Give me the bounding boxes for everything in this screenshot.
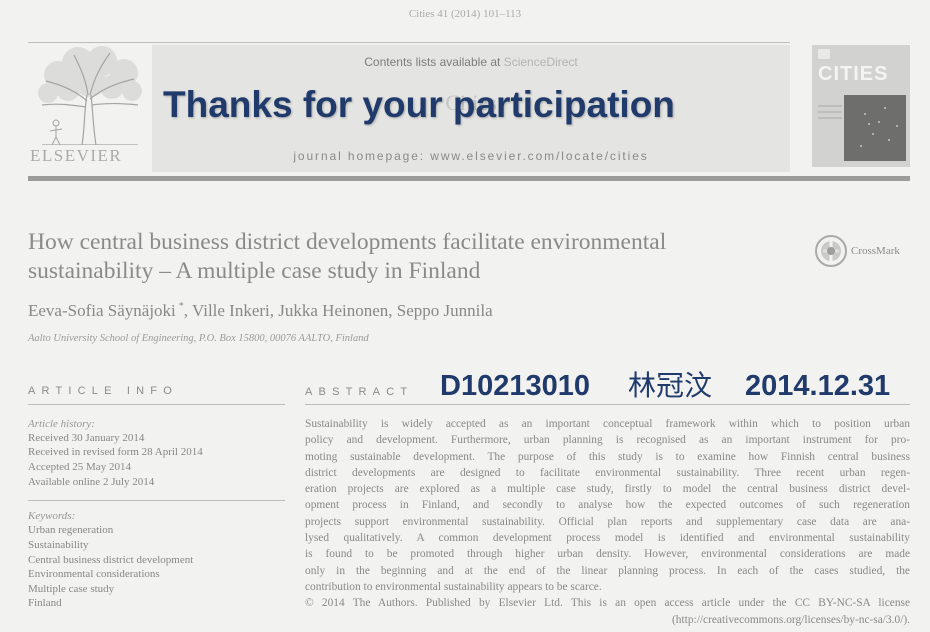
sciencedirect-link[interactable]: ScienceDirect [504,55,578,69]
header-top-rule [28,42,790,43]
keyword-item: Finland [28,597,62,609]
cover-decoration [818,105,842,107]
history-item: Accepted 25 May 2014 [28,461,131,473]
abstract-line: district developments are designed to fa… [305,466,910,479]
history-label: Article history: [28,418,95,430]
keyword-item: Multiple case study [28,583,115,595]
abstract-line: Sustainability is widely accepted as an … [305,418,910,430]
journal-citation: Cities 41 (2014) 101–113 [408,8,522,20]
abstract-line: only in the beginning and at the end of … [305,564,910,577]
keyword-item: Urban regeneration [28,524,114,536]
abstract-line: policy and development. Furthermore, urb… [305,434,910,447]
cover-publisher-icon [818,49,830,59]
author-list: Eeva-Sofia Säynäjoki *, Ville Inkeri, Juk… [28,301,493,321]
keyword-item: Central business district development [28,554,194,566]
history-item: Available online 2 July 2014 [28,476,155,488]
cover-title: CITIES [818,63,889,85]
abstract-line: eration projects are explored as a multi… [305,483,910,496]
keyword-item: Sustainability [28,539,89,551]
student-id-overlay: D10213010 [440,370,590,402]
cover-decoration [818,117,842,119]
abstract-line: projects support environmental sustainab… [305,515,910,528]
article-title: How central business district developmen… [28,228,798,286]
history-rule [28,500,285,501]
abstract-heading: ABSTRACT [305,386,414,398]
history-item: Received in revised form 28 April 2014 [28,446,203,458]
author-affiliation: Aalto University School of Engineering, … [28,333,369,344]
abstract-line: is found to be promoted through higher u… [305,548,910,561]
publisher-name: ELSEVIER [30,146,123,165]
crossmark-badge[interactable]: CrossMark [815,233,910,269]
abstract-line: moting sustainable development. The purp… [305,450,910,463]
journal-homepage-line: journal homepage: www.elsevier.com/locat… [152,149,790,163]
crossmark-icon [815,235,847,267]
elsevier-tree-icon [38,46,142,145]
history-item: Received 30 January 2014 [28,432,145,444]
keywords-label: Keywords: [28,510,76,522]
cover-decoration [818,111,842,113]
abstract-body: Sustainability is widely accepted as an … [305,416,910,628]
journal-cover[interactable]: CITIES [812,45,910,167]
license-link[interactable]: (http://creativecommons.org/licenses/by-… [305,612,910,628]
contents-line: Contents lists available at ScienceDirec… [152,55,790,69]
date-overlay: 2014.12.31 [745,370,891,402]
abstract-rule [305,404,910,405]
contents-prefix: Contents lists available at [364,55,501,69]
abstract-line: contribution to environmental sustainabi… [305,580,602,593]
thanks-overlay: Thanks for your participation [163,84,675,125]
keyword-item: Environmental considerations [28,568,160,580]
article-info-rule [28,404,285,405]
article-title-line: How central business district developmen… [28,229,667,255]
article-info-heading: ARTICLE INFO [28,385,178,397]
article-title-line: sustainability – A multiple case study i… [28,258,481,284]
homepage-prefix: journal homepage: [293,149,426,163]
abstract-line: opment process in Finland, and secondly … [305,499,910,512]
cover-image [844,95,906,161]
homepage-link[interactable]: www.elsevier.com/locate/cities [430,149,648,163]
other-authors: , Ville Inkeri, Jukka Heinonen, Seppo Ju… [183,301,493,320]
crossmark-label: CrossMark [851,245,900,257]
elsevier-logo[interactable]: ELSEVIER [28,45,150,170]
article-page: Cities 41 (2014) 101–113 ELSEVIER Conten… [0,0,930,632]
copyright-notice: © 2014 The Authors. Published by Elsevie… [305,597,910,610]
student-name-overlay: 林冠汶 [628,369,713,402]
header-bottom-rule [28,176,910,181]
first-author: Eeva-Sofia Säynäjoki [28,301,176,320]
abstract-line: lysed qualitatively. A common developmen… [305,532,910,545]
